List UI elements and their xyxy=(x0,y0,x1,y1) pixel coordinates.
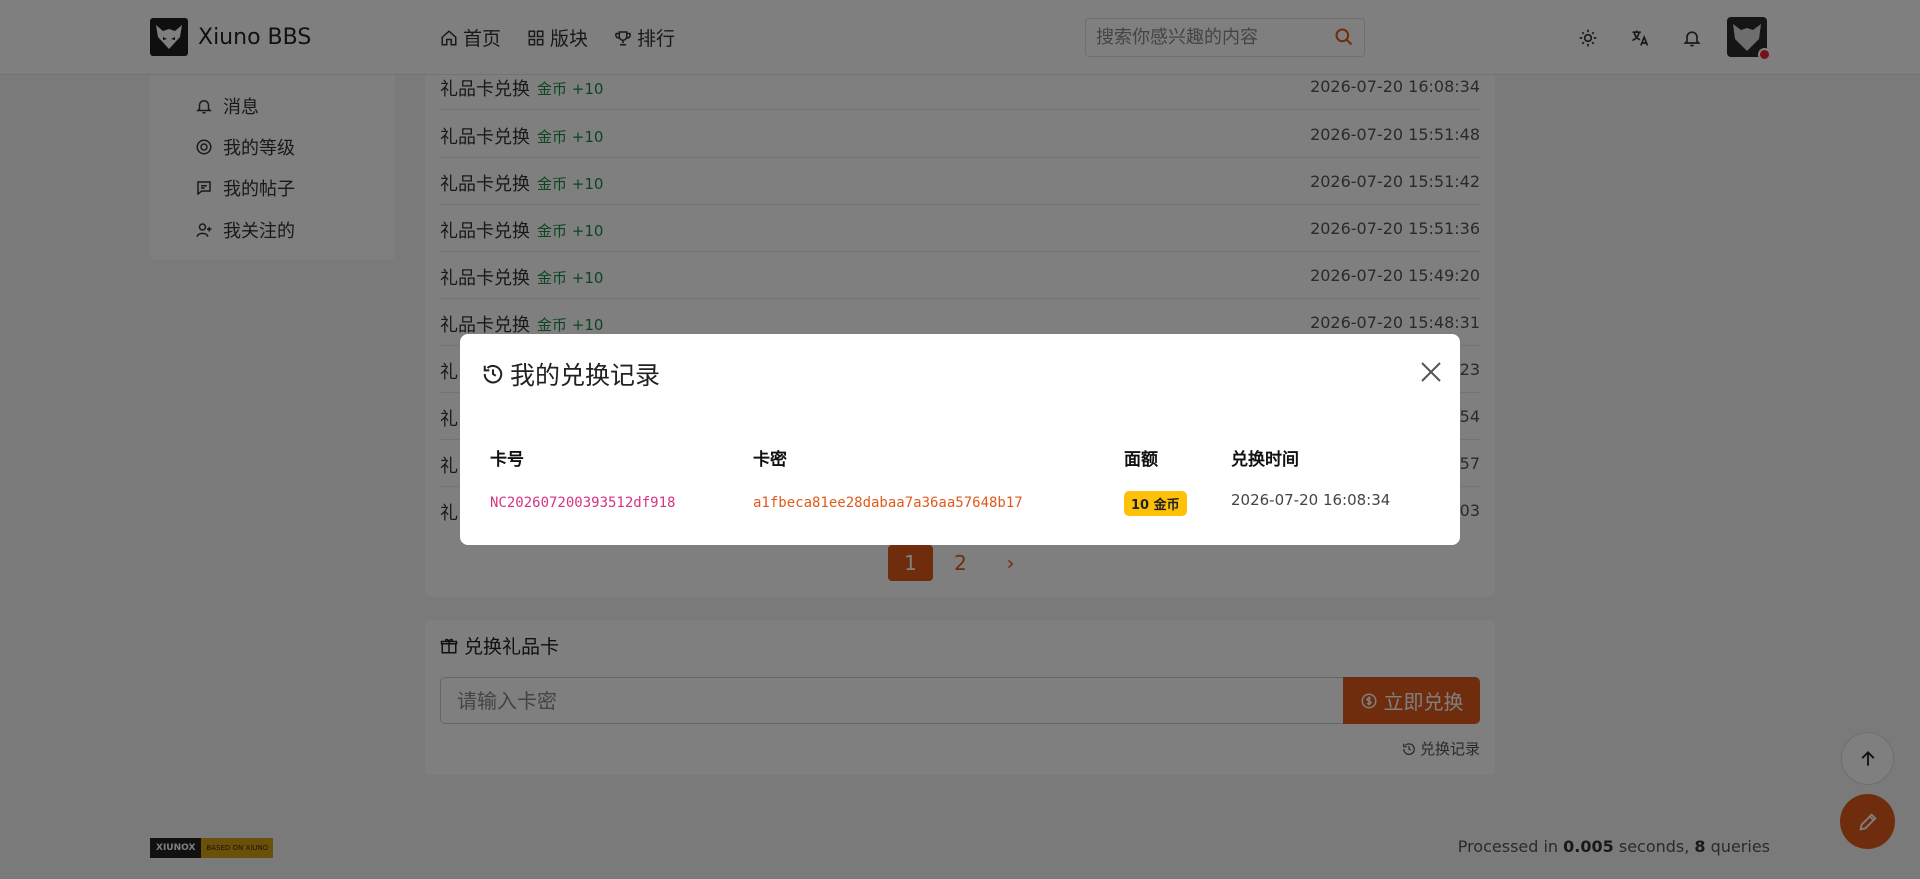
history-icon xyxy=(483,365,503,384)
redeem-time-value: 2026-07-20 16:08:34 xyxy=(1231,491,1391,509)
header-card-no: 卡号 xyxy=(490,450,524,470)
value-badge: 10 金币 xyxy=(1124,491,1187,516)
card-key-value: a1fbeca81ee28dabaa7a36aa57648b17 xyxy=(753,495,1023,511)
close-icon[interactable] xyxy=(1419,360,1443,384)
card-no-value: NC202607200393512df918 xyxy=(490,495,676,511)
header-value: 面额 xyxy=(1124,450,1158,470)
modal-title-text: 我的兑换记录 xyxy=(510,361,661,390)
modal-title: 我的兑换记录 xyxy=(482,356,660,392)
header-card-key: 卡密 xyxy=(753,450,787,470)
header-time: 兑换时间 xyxy=(1231,450,1299,470)
exchange-history-modal: 我的兑换记录 卡号 卡密 面额 兑换时间 NC202607200393512df… xyxy=(460,334,1460,545)
